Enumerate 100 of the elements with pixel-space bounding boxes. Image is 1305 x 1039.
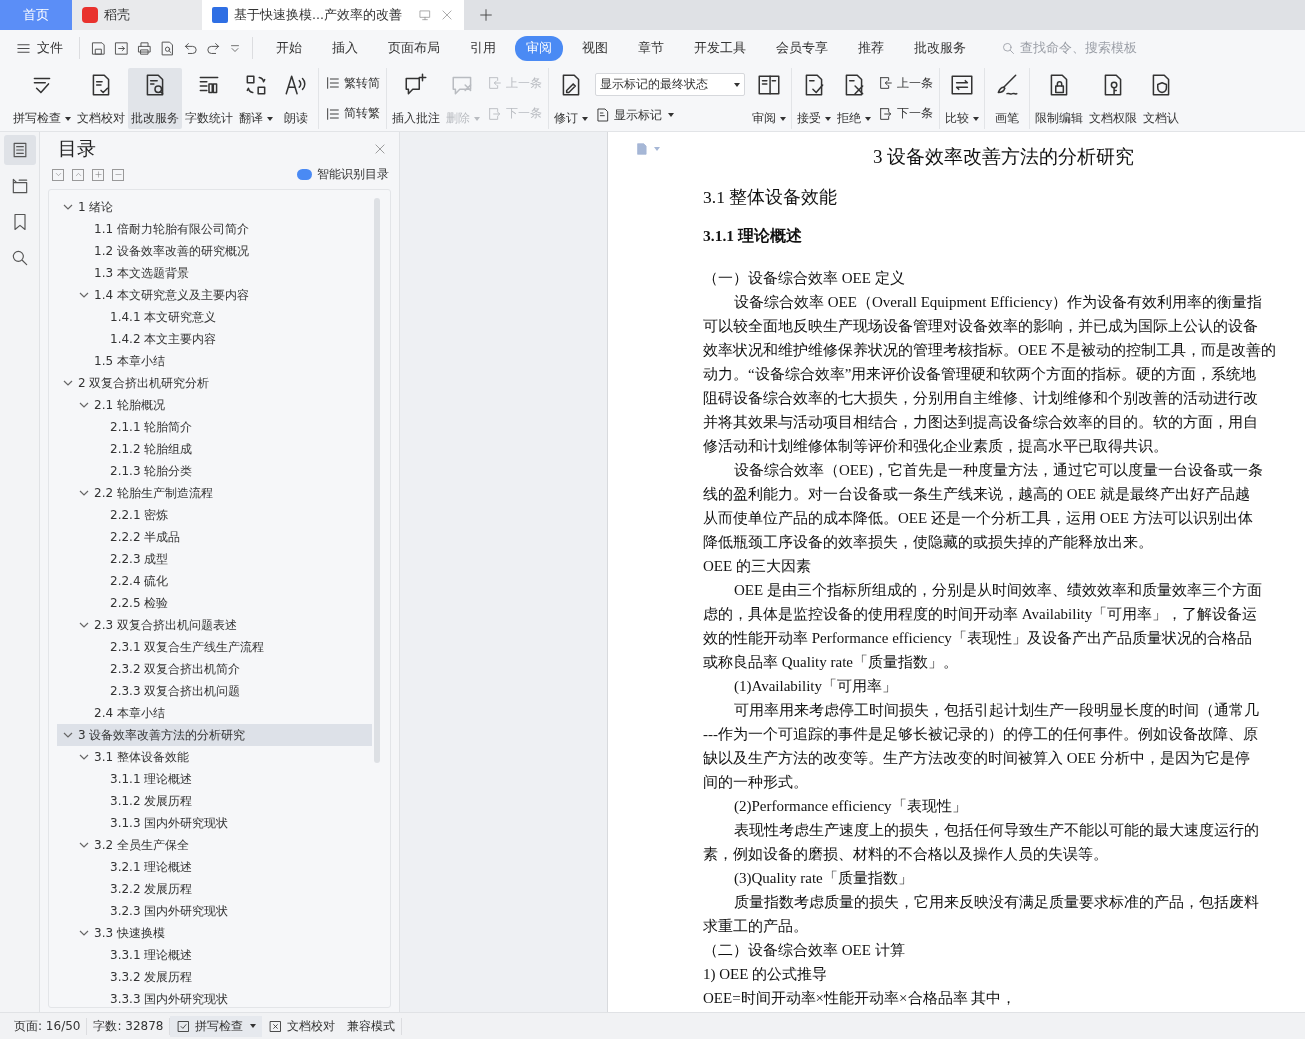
toc-item[interactable]: 3.2 全员生产保全 bbox=[57, 834, 372, 856]
toc-item[interactable]: 3.1 整体设备效能 bbox=[57, 746, 372, 768]
toc-item[interactable]: 2.3.1 双复合生产线生产流程 bbox=[57, 636, 372, 658]
caret-icon bbox=[474, 116, 480, 121]
toc-item[interactable]: 2.1.2 轮胎组成 bbox=[57, 438, 372, 460]
toc-item[interactable]: 2.2.2 半成品 bbox=[57, 526, 372, 548]
toc-item[interactable]: 3.3.2 发展历程 bbox=[57, 966, 372, 988]
menu-tab[interactable]: 会员专享 bbox=[765, 35, 839, 61]
toolbar-button[interactable]: 拼写检查 bbox=[10, 68, 74, 129]
menu-tab[interactable]: 推荐 bbox=[847, 35, 895, 61]
toc-item[interactable]: 1.4 本文研究意义及主要内容 bbox=[57, 284, 372, 306]
proofread-button[interactable]: 文档校对 bbox=[262, 1015, 342, 1037]
toolbar-button[interactable]: 画笔 bbox=[987, 68, 1027, 129]
menu-tab[interactable]: 视图 bbox=[571, 35, 619, 61]
toc-item[interactable]: 3 设备效率改善方法的分析研究 bbox=[57, 724, 372, 746]
expand-icon[interactable] bbox=[72, 168, 84, 181]
toolbar-button[interactable]: 限制编辑 bbox=[1032, 68, 1086, 129]
menu-tab[interactable]: 页面布局 bbox=[377, 35, 451, 61]
toc-item[interactable]: 1.3 本文选题背景 bbox=[57, 262, 372, 284]
text-line: 线的盈利能力。对一台设备或一条生产线来说，越高的 OEE 就是最终产出好产品越 bbox=[703, 485, 1251, 504]
toc-item[interactable]: 3.3 快速换模 bbox=[57, 922, 372, 944]
compatibility-mode: 兼容模式 bbox=[341, 1017, 403, 1035]
menu-tab[interactable]: 引用 bbox=[459, 35, 507, 61]
toolbar-button[interactable]: 朗读 bbox=[276, 68, 316, 129]
toolbar-button[interactable]: 审阅 bbox=[749, 68, 789, 129]
toolbar-button[interactable]: 拒绝 bbox=[834, 68, 874, 129]
toolbar-button[interactable]: 繁转简 bbox=[325, 74, 380, 92]
toc-item[interactable]: 1.4.2 本文主要内容 bbox=[57, 328, 372, 350]
toc-item[interactable]: 2.2.5 检验 bbox=[57, 592, 372, 614]
toc-item[interactable]: 2.3.3 双复合挤出机问题 bbox=[57, 680, 372, 702]
toolbar-button[interactable]: 简转繁 bbox=[325, 105, 380, 123]
toolbar-button[interactable]: 显示标记 bbox=[595, 106, 745, 124]
toc-item[interactable]: 2.2.3 成型 bbox=[57, 548, 372, 570]
smart-toc-button[interactable]: 智能识别目录 bbox=[297, 166, 389, 183]
chevron-icon[interactable] bbox=[63, 378, 73, 388]
add-icon[interactable] bbox=[92, 168, 104, 181]
toolbar-button[interactable]: 接受 bbox=[794, 68, 834, 129]
text-line: 阻碍设备综合效率的七大损失，分别用自主维修、计划维修和个别改善的活动进行改 bbox=[703, 389, 1259, 408]
toolbar-button[interactable]: 文档认 bbox=[1140, 68, 1182, 129]
browser-tab[interactable]: 稻壳 bbox=[72, 0, 202, 30]
chevron-icon[interactable] bbox=[79, 488, 89, 498]
toc-item[interactable]: 2.1 轮胎概况 bbox=[57, 394, 372, 416]
toc-item[interactable]: 3.3.3 国内外研究现状 bbox=[57, 988, 372, 1007]
chevron-icon[interactable] bbox=[79, 840, 89, 850]
file-menu[interactable]: 文件 bbox=[10, 35, 69, 61]
toc-item[interactable]: 2.3.2 双复合挤出机简介 bbox=[57, 658, 372, 680]
toolbar-button[interactable]: 比较 bbox=[942, 68, 982, 129]
toc-item[interactable]: 3.2.2 发展历程 bbox=[57, 878, 372, 900]
menu-tab[interactable]: 批改服务 bbox=[903, 35, 977, 61]
toolbar-button[interactable]: 下一条 bbox=[878, 105, 933, 123]
remove-icon[interactable] bbox=[112, 168, 124, 181]
menu-tab[interactable]: 开发工具 bbox=[683, 35, 757, 61]
spellcheck-button[interactable]: 拼写检查 bbox=[170, 1015, 263, 1037]
toolbar-button[interactable]: 上一条 bbox=[878, 74, 933, 92]
toc-item[interactable]: 1.5 本章小结 bbox=[57, 350, 372, 372]
toc-item[interactable]: 2 双复合挤出机研究分析 bbox=[57, 372, 372, 394]
toc-item[interactable]: 1.2 设备效率改善的研究概况 bbox=[57, 240, 372, 262]
menu-tab[interactable]: 开始 bbox=[265, 35, 313, 61]
toc-item[interactable]: 3.2.1 理论概述 bbox=[57, 856, 372, 878]
toc-item[interactable]: 2.3 双复合挤出机问题表述 bbox=[57, 614, 372, 636]
chevron-icon[interactable] bbox=[63, 202, 73, 212]
chevron-icon[interactable] bbox=[79, 290, 89, 300]
toc-item[interactable]: 2.4 本章小结 bbox=[57, 702, 372, 724]
chevron-icon[interactable] bbox=[79, 620, 89, 630]
toc-item[interactable]: 1 绪论 bbox=[57, 196, 372, 218]
toc-item[interactable]: 2.2.1 密炼 bbox=[57, 504, 372, 526]
scrollbar[interactable] bbox=[374, 198, 380, 763]
toc-item[interactable]: 2.1.1 轮胎简介 bbox=[57, 416, 372, 438]
toc-item[interactable]: 1.1 倍耐力轮胎有限公司简介 bbox=[57, 218, 372, 240]
toc-item[interactable]: 2.1.3 轮胎分类 bbox=[57, 460, 372, 482]
subsection-heading: 3.1.1 理论概述 bbox=[703, 226, 803, 246]
toolbar-button[interactable]: 文档权限 bbox=[1086, 68, 1140, 129]
assistant-icon bbox=[297, 169, 312, 180]
menu-tab[interactable]: 章节 bbox=[627, 35, 675, 61]
toolbar-button[interactable]: 批改服务 bbox=[128, 68, 182, 129]
browser-tab[interactable]: 基于快速换模...产效率的改善 bbox=[202, 0, 464, 30]
toolbar-button[interactable]: 插入批注 bbox=[389, 68, 443, 129]
toc-item[interactable]: 3.2.3 国内外研究现状 bbox=[57, 900, 372, 922]
app-logo-icon bbox=[82, 7, 98, 23]
collapse-icon[interactable] bbox=[52, 168, 64, 181]
toc-item[interactable]: 3.1.3 国内外研究现状 bbox=[57, 812, 372, 834]
toc-item[interactable]: 3.3.1 理论概述 bbox=[57, 944, 372, 966]
toolbar-button[interactable]: 修订 bbox=[551, 68, 591, 129]
text-line: OEE 是由三个指标所组成的，分别是从时间效率、绩效效率和质量效率三个方面 bbox=[733, 581, 1263, 600]
toolbar-button[interactable]: 文档校对 bbox=[74, 68, 128, 129]
toc-item[interactable]: 3.1.2 发展历程 bbox=[57, 790, 372, 812]
toc-item[interactable]: 3.1.1 理论概述 bbox=[57, 768, 372, 790]
toolbar-button[interactable]: 字数统计 bbox=[182, 68, 236, 129]
toc-item[interactable]: 1.4.1 本文研究意义 bbox=[57, 306, 372, 328]
menu-tab[interactable]: 插入 bbox=[321, 35, 369, 61]
chevron-icon[interactable] bbox=[79, 928, 89, 938]
chevron-icon[interactable] bbox=[79, 400, 89, 410]
toc-item[interactable]: 2.2 轮胎生产制造流程 bbox=[57, 482, 372, 504]
chevron-icon[interactable] bbox=[63, 730, 73, 740]
plus-icon bbox=[478, 7, 494, 23]
toc-item[interactable]: 2.2.4 硫化 bbox=[57, 570, 372, 592]
chevron-icon[interactable] bbox=[79, 752, 89, 762]
sidebar-button[interactable] bbox=[3, 135, 36, 165]
toolbar-button[interactable]: 翻译 bbox=[236, 68, 276, 129]
markup-dropdown[interactable]: 显示标记的最终状态 bbox=[595, 73, 745, 97]
